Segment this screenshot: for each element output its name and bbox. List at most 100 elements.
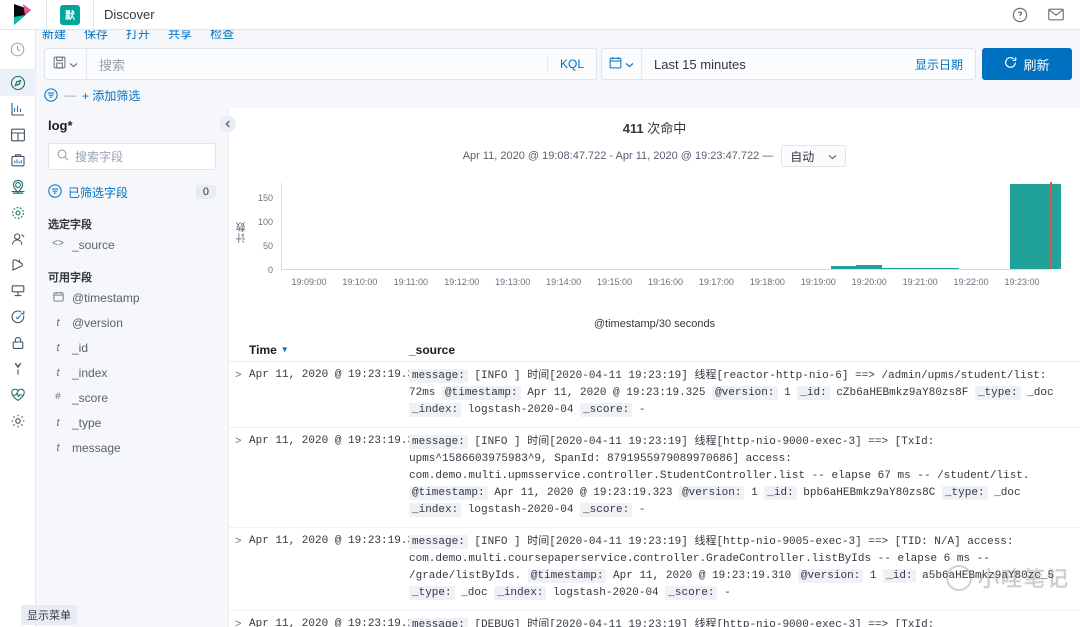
chart-bar[interactable] [1009, 184, 1036, 269]
interval-select[interactable]: 自动 [781, 145, 847, 167]
field-item-_source[interactable]: <> _source [48, 232, 216, 257]
sidebar-item-dashboard[interactable] [0, 122, 36, 148]
field-search-input[interactable]: 搜索字段 [75, 148, 123, 165]
filter-fields-icon [48, 183, 62, 201]
save-disk-icon [53, 56, 66, 72]
sidebar-item-apm[interactable] [0, 278, 36, 304]
saved-query-button[interactable] [45, 49, 87, 79]
filter-icon[interactable] [44, 88, 58, 102]
doc-field-value: 1 [863, 570, 884, 582]
sidebar-item-canvas[interactable] [0, 148, 36, 174]
x-axis-tick: 19:23:00 [1004, 277, 1040, 287]
doc-field-key: _type: [941, 486, 988, 500]
table-row[interactable]: > Apr 11, 2020 @ 19:23:19.323 message: [IN… [229, 428, 1080, 528]
add-filter-button[interactable]: + 添加筛选 [82, 87, 140, 104]
sidebar-item-dev-tools[interactable] [0, 356, 36, 382]
left-nav-rail: 显示菜单 [0, 30, 77, 627]
histogram-chart[interactable]: 计数 0 50 100 150 19:09:00 19:10:00 19:11:00 19:… [229, 175, 1080, 300]
field-item-message[interactable]: t message [48, 435, 216, 460]
table-row[interactable]: > Apr 11, 2020 @ 19:23:19.310 message: [IN… [229, 528, 1080, 611]
doc-field-key: @timestamp: [442, 386, 521, 400]
expand-row-icon[interactable]: > [229, 368, 249, 419]
field-item-id[interactable]: t _id [48, 335, 216, 360]
column-header-source[interactable]: _source [409, 343, 455, 357]
help-circle-icon[interactable] [1012, 7, 1028, 23]
field-item-type[interactable]: t _type [48, 410, 216, 435]
refresh-button[interactable]: 刷新 [982, 48, 1072, 80]
y-axis-tick: 0 [267, 265, 273, 275]
sidebar-item-management[interactable] [0, 408, 36, 434]
mail-icon[interactable] [1048, 7, 1064, 23]
x-axis-tick: 19:14:00 [546, 277, 582, 287]
search-input[interactable]: 搜索 [87, 55, 547, 74]
chart-bar[interactable] [881, 268, 908, 269]
expand-row-icon[interactable]: > [229, 434, 249, 519]
field-type-icon: <> [52, 239, 65, 250]
x-axis-tick: 19:21:00 [902, 277, 938, 287]
top-nav-open[interactable]: 打开 [126, 30, 150, 42]
chevron-down-icon [828, 149, 837, 163]
top-nav-save[interactable]: 保存 [84, 30, 108, 42]
chart-bar[interactable] [907, 268, 934, 269]
top-nav-new[interactable]: 新建 [42, 30, 66, 42]
sidebar-item-infrastructure[interactable] [0, 226, 36, 252]
field-item-timestamp[interactable]: @timestamp [48, 285, 216, 310]
doc-field-value: Apr 11, 2020 @ 19:23:19.310 [606, 570, 798, 582]
string-type-icon: t [56, 366, 60, 379]
doc-field-value: bpb6aHEBmkz9aY80zs8C [796, 487, 942, 499]
sidebar-item-machine-learning[interactable] [0, 200, 36, 226]
field-item-version[interactable]: t @version [48, 310, 216, 335]
sidebar-item-monitoring[interactable] [0, 382, 36, 408]
sort-down-icon[interactable]: ▼ [281, 345, 289, 354]
query-language-button[interactable]: KQL [546, 57, 596, 71]
field-sidebar: log* 搜索字段 已筛选字段 0 选定字段 <> _source 可用字段 @… [36, 106, 236, 627]
date-quick-select-button[interactable] [602, 49, 642, 79]
doc-field-value: logstash-2020-04 [546, 587, 666, 599]
space-badge-label: 默 [60, 4, 80, 25]
chevron-left-circle-icon[interactable] [220, 116, 236, 132]
show-dates-button[interactable]: 显示日期 [915, 56, 975, 73]
expand-row-icon[interactable]: > [229, 617, 249, 627]
field-item-index[interactable]: t _index [48, 360, 216, 385]
sidebar-item-recently-viewed[interactable] [0, 30, 36, 70]
chart-bar[interactable] [856, 265, 882, 269]
expand-row-icon[interactable]: > [229, 534, 249, 602]
sidebar-item-maps[interactable] [0, 174, 36, 200]
doc-field-value: _doc [987, 487, 1021, 499]
sidebar-item-logs[interactable] [0, 252, 36, 278]
doc-field-key: @timestamp: [409, 486, 488, 500]
table-row[interactable]: > Apr 11, 2020 @ 19:23:19.298 message: [DE… [229, 611, 1080, 627]
space-avatar[interactable]: 默 [47, 0, 93, 30]
chart-bar[interactable] [1035, 184, 1062, 269]
refresh-label: 刷新 [1023, 57, 1050, 73]
header-actions [1012, 7, 1080, 23]
x-axis-label: @timestamp/30 seconds [593, 318, 716, 330]
sidebar-item-uptime[interactable] [0, 304, 36, 330]
time-range-value[interactable]: Last 15 minutes [642, 57, 915, 72]
index-pattern-title[interactable]: log* [48, 118, 216, 133]
kibana-logo-icon[interactable] [0, 0, 46, 30]
sidebar-item-visualize[interactable] [0, 96, 36, 122]
chart-bar[interactable] [830, 266, 857, 269]
doc-field-value: [DEBUG] 时间[2020-04-11 19:23:19] 线程[http-… [474, 619, 935, 627]
sidebar-item-discover[interactable] [0, 70, 36, 96]
doc-field-key: @timestamp: [527, 569, 607, 583]
top-nav-share[interactable]: 共享 [168, 30, 192, 42]
string-type-icon: t [56, 316, 60, 329]
top-nav-inspect[interactable]: 检查 [210, 30, 234, 42]
interval-value: 自动 [790, 149, 815, 164]
sidebar-item-siem[interactable] [0, 330, 36, 356]
show-menu-tooltip[interactable]: 显示菜单 [0, 603, 98, 627]
column-header-time[interactable]: Time ▼ [229, 343, 409, 357]
doc-field-key: _id: [764, 486, 797, 500]
table-row[interactable]: > Apr 11, 2020 @ 19:23:19.325 message: [IN… [229, 362, 1080, 428]
x-axis-tick: 19:20:00 [851, 277, 887, 287]
number-type-icon: # [54, 392, 61, 403]
filtered-fields-toggle[interactable]: 已筛选字段 0 [48, 180, 216, 204]
field-search-container[interactable]: 搜索字段 [48, 143, 216, 170]
available-fields-heading: 可用字段 [48, 272, 92, 284]
field-item-score[interactable]: # _score [48, 385, 216, 410]
chart-bar[interactable] [933, 268, 959, 269]
doc-field-key: @version: [797, 569, 864, 583]
x-axis-tick: 19:22:00 [953, 277, 989, 287]
